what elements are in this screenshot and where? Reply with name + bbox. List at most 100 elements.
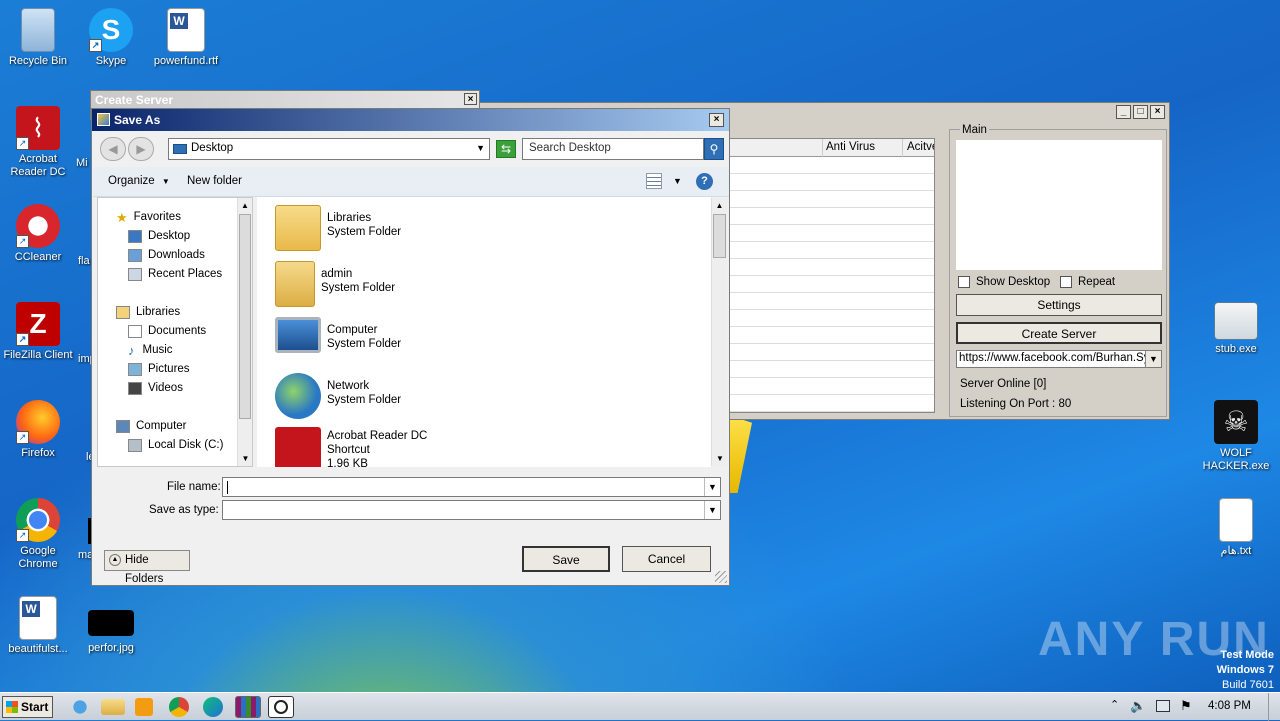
desktop-icon-ccleaner[interactable]: ↗ CCleaner — [0, 204, 76, 264]
file-item-admin[interactable]: admin System Folder — [275, 261, 395, 313]
edge-icon[interactable] — [203, 697, 223, 717]
close-button[interactable]: × — [464, 93, 477, 105]
scroll-thumb[interactable] — [713, 214, 726, 258]
refresh-icon[interactable]: ⇆ — [496, 140, 516, 158]
network-tray-icon[interactable] — [1156, 700, 1170, 712]
forward-button[interactable]: ▶ — [128, 137, 154, 161]
create-server-titlebar[interactable]: Create Server — [91, 91, 479, 109]
search-input[interactable]: Search Desktop — [522, 138, 704, 160]
desktop-icon-label: WOLF HACKER.exe — [1202, 447, 1270, 472]
hide-folders-button[interactable]: ▲ Hide Folders — [104, 550, 190, 585]
search-icon[interactable]: ⚲ — [704, 138, 724, 160]
file-item-libraries[interactable]: Libraries System Folder — [275, 205, 401, 257]
desktop-icon-stub[interactable]: stub.exe — [1198, 302, 1274, 356]
flag-icon[interactable]: ⚑ — [1180, 698, 1192, 714]
chevron-down-icon[interactable]: ▼ — [704, 478, 720, 496]
tree-item-videos[interactable]: Videos — [128, 379, 183, 398]
tree-item-pictures[interactable]: Pictures — [128, 360, 190, 379]
tree-scrollbar[interactable]: ▲ ▼ — [237, 198, 252, 466]
desktop-icon-txt[interactable]: هام.txt — [1198, 498, 1274, 558]
desktop-icon-filezilla[interactable]: Z ↗ FileZilla Client — [0, 302, 76, 362]
show-desktop-strip[interactable] — [1268, 693, 1280, 721]
scroll-down-arrow[interactable]: ▼ — [238, 451, 253, 466]
save-as-dialog[interactable]: Save As × ◀ ▶ Desktop ▼ ⇆ Search Desktop… — [91, 108, 730, 586]
scroll-up-arrow[interactable]: ▲ — [712, 198, 727, 213]
desktop-icon-firefox[interactable]: ↗ Firefox — [0, 400, 76, 460]
rat-app-icon[interactable] — [268, 696, 294, 718]
media-player-icon[interactable] — [135, 698, 153, 716]
winrar-icon[interactable] — [235, 696, 261, 718]
file-name-input[interactable]: ▼ — [222, 477, 721, 497]
desktop-icon-beautifulst[interactable]: W beautifulst... — [0, 596, 76, 656]
tree-item-music[interactable]: ♪ Music — [128, 341, 173, 360]
create-server-button[interactable]: Create Server — [956, 322, 1162, 344]
desktop-icon-powerfund[interactable]: W powerfund.rtf — [148, 8, 224, 68]
view-options-icon[interactable] — [646, 173, 662, 189]
tree-item-desktop[interactable]: Desktop — [128, 227, 190, 246]
file-list[interactable]: Libraries System Folder admin System Folde… — [257, 197, 711, 467]
background-window-sliver — [728, 415, 752, 493]
close-button[interactable]: × — [709, 113, 724, 127]
maximize-button[interactable]: □ — [1133, 105, 1148, 119]
tray-chevron-icon[interactable]: ⌃ — [1110, 698, 1119, 711]
resize-grip[interactable] — [715, 571, 727, 583]
chevron-down-icon[interactable]: ▼ — [673, 176, 682, 186]
chrome-icon[interactable] — [169, 697, 189, 717]
scroll-down-arrow[interactable]: ▼ — [712, 451, 728, 466]
new-folder-button[interactable]: New folder — [187, 175, 242, 187]
file-list-scrollbar[interactable]: ▲ ▼ — [711, 198, 727, 466]
tree-item-libraries[interactable]: Libraries — [116, 303, 180, 322]
desktop-icon-wolf-hacker[interactable]: ☠ WOLF HACKER.exe — [1198, 400, 1274, 473]
desktop-icon-acrobat[interactable]: ⌇ ↗ Acrobat Reader DC — [0, 106, 76, 179]
save-type-select[interactable]: ▼ — [222, 500, 721, 520]
clock-time[interactable]: 4:08 PM — [1208, 700, 1251, 712]
tree-item-documents[interactable]: Documents — [128, 322, 206, 341]
scroll-up-arrow[interactable]: ▲ — [238, 198, 252, 213]
column-header-active[interactable]: Acitve — [907, 141, 934, 153]
chevron-down-icon[interactable]: ▼ — [704, 501, 720, 519]
file-type: Shortcut — [327, 444, 370, 456]
address-bar[interactable]: Desktop ▼ — [168, 138, 490, 160]
save-button[interactable]: Save — [522, 546, 610, 572]
tree-item-downloads[interactable]: Downloads — [128, 246, 205, 265]
back-button[interactable]: ◀ — [100, 137, 126, 161]
explorer-icon[interactable] — [101, 699, 125, 715]
scroll-thumb[interactable] — [239, 214, 251, 419]
libraries-icon — [116, 306, 130, 319]
tree-item-local-disk[interactable]: Local Disk (C:) — [128, 436, 223, 455]
desktop-icon-chrome[interactable]: ↗ Google Chrome — [0, 498, 76, 571]
minimize-button[interactable]: _ — [1116, 105, 1131, 119]
desktop-icon-perfor[interactable]: perfor.jpg — [73, 610, 149, 655]
desktop-icon-skype[interactable]: S ↗ Skype — [73, 8, 149, 68]
file-item-network[interactable]: Network System Folder — [275, 373, 401, 425]
organize-menu[interactable]: Organize ▼ — [108, 175, 170, 187]
show-desktop-checkbox[interactable] — [958, 276, 970, 288]
acrobat-icon: ⌇ ↗ — [16, 106, 60, 150]
repeat-checkbox[interactable] — [1060, 276, 1072, 288]
tree-item-recent-places[interactable]: Recent Places — [128, 265, 222, 284]
desktop-icon-recycle-bin[interactable]: Recycle Bin — [0, 8, 76, 68]
settings-button[interactable]: Settings — [956, 294, 1162, 316]
save-as-titlebar[interactable]: Save As — [92, 109, 729, 131]
volume-icon[interactable]: 🔈 — [1130, 698, 1146, 714]
help-icon[interactable]: ? — [696, 173, 713, 190]
test-mode-line: Windows 7 — [1216, 664, 1274, 676]
firefox-icon: ↗ — [16, 400, 60, 444]
url-combobox[interactable]: https://www.facebook.com/Burhan.Sy ▼ — [956, 350, 1162, 368]
cancel-button[interactable]: Cancel — [622, 546, 711, 572]
start-button[interactable]: Start — [2, 696, 53, 718]
close-button[interactable]: × — [1150, 105, 1165, 119]
file-item-acrobat[interactable]: Acrobat Reader DC Shortcut 1.96 KB — [275, 427, 427, 467]
tree-item-favorites[interactable]: ★ Favorites — [116, 208, 181, 227]
ie-icon[interactable] — [68, 696, 92, 718]
navigation-pane[interactable]: ★ Favorites Desktop Downloads Recent Plac… — [97, 197, 253, 467]
desktop-icon-label: هام.txt — [1220, 545, 1252, 557]
file-item-computer[interactable]: Computer System Folder — [275, 317, 401, 369]
file-name: admin — [321, 268, 353, 280]
column-header-antivirus[interactable]: Anti Virus — [826, 141, 875, 153]
chevron-down-icon[interactable]: ▼ — [1145, 351, 1161, 367]
desktop-icon-label: CCleaner — [14, 251, 62, 263]
star-icon: ★ — [116, 210, 128, 225]
chevron-down-icon[interactable]: ▼ — [476, 143, 485, 153]
tree-item-computer[interactable]: Computer — [116, 417, 187, 436]
